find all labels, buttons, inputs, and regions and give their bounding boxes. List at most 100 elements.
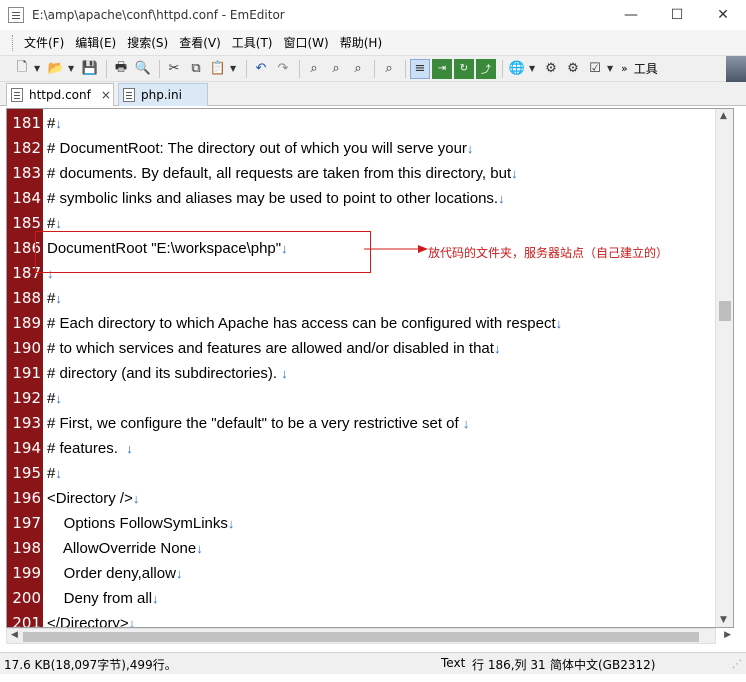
print-icon[interactable]: 🖶 <box>111 59 131 79</box>
highlight-mode[interactable]: Text <box>441 656 465 670</box>
scroll-down-icon[interactable]: ▼ <box>720 615 727 625</box>
code-text: # symbolic links and aliases may be used… <box>47 186 505 211</box>
line-number: 194 <box>12 439 41 457</box>
cut-icon[interactable]: ✂ <box>164 59 184 79</box>
code-line[interactable]: 196 <Directory />↓ <box>7 486 717 511</box>
menu-tools[interactable]: 工具(T) <box>228 34 277 51</box>
code-text-content: # to which services and features are all… <box>47 340 494 357</box>
toolbar-divider <box>106 59 107 78</box>
resize-grip-icon[interactable]: ⋰ <box>732 659 742 670</box>
word-wrap-none-icon[interactable]: ≡ <box>410 58 430 79</box>
code-text: Order deny,allow↓ <box>47 561 183 586</box>
code-line[interactable]: 181 #↓ <box>7 111 717 136</box>
code-line[interactable]: 193 # First, we configure the "default" t… <box>7 411 717 436</box>
horizontal-scrollbar-thumb[interactable] <box>23 632 699 642</box>
checklist-icon[interactable]: ☑ <box>585 59 605 79</box>
highlight-search-icon[interactable]: ⌕ <box>379 59 399 79</box>
maximize-button[interactable]: ☐ <box>654 0 700 30</box>
code-line[interactable]: 199 Order deny,allow↓ <box>7 561 717 586</box>
paste-icon[interactable]: 📋 <box>208 59 228 79</box>
copy-icon[interactable]: ⧉ <box>186 59 206 79</box>
line-number: 188 <box>12 289 41 307</box>
code-line[interactable]: 189 # Each directory to which Apache has … <box>7 311 717 336</box>
menu-help[interactable]: 帮助(H) <box>336 34 386 51</box>
line-number: 183 <box>12 164 41 182</box>
scroll-right-icon[interactable]: ▶ <box>724 630 731 640</box>
save-icon[interactable]: 💾 <box>80 59 100 79</box>
toolbar-overflow-icon[interactable]: » <box>621 62 628 75</box>
customize-icon[interactable]: ⚙ <box>563 59 583 79</box>
code-text: # Each directory to which Apache has acc… <box>47 311 562 336</box>
code-line[interactable]: 184 # symbolic links and aliases may be u… <box>7 186 717 211</box>
encoding-indicator[interactable]: 简体中文(GB2312) <box>550 656 655 673</box>
window-title: E:\amp\apache\conf\httpd.conf - EmEditor <box>32 8 285 22</box>
close-button[interactable]: ✕ <box>700 0 746 30</box>
toolbar-divider <box>502 59 503 78</box>
browser-icon[interactable]: 🌐 <box>507 59 527 79</box>
window-controls: — ☐ ✕ <box>608 0 746 30</box>
minimize-button[interactable]: — <box>608 0 654 30</box>
wrap-by-window-icon[interactable]: ↻ <box>454 58 474 79</box>
code-text-content: AllowOverride None <box>47 540 197 557</box>
code-line[interactable]: 188 #↓ <box>7 286 717 311</box>
end-of-line-mark: ↓ <box>555 316 563 331</box>
vertical-scrollbar[interactable]: ▲ ▼ <box>715 109 733 627</box>
code-line[interactable]: 195 #↓ <box>7 461 717 486</box>
code-text-content: # features. <box>47 440 127 457</box>
horizontal-scrollbar[interactable]: ◀ ▶ <box>6 628 731 644</box>
code-line[interactable]: 192 #↓ <box>7 386 717 411</box>
menu-search[interactable]: 搜索(S) <box>123 34 172 51</box>
print-preview-icon[interactable]: 🔍 <box>133 59 153 79</box>
code-line[interactable]: 200 Deny from all↓ <box>7 586 717 611</box>
tools-toolbar-label[interactable]: 工具 <box>634 60 658 77</box>
editor-area[interactable]: 181 #↓ 182 # DocumentRoot: The directory ou… <box>6 108 734 628</box>
scroll-up-icon[interactable]: ▲ <box>720 111 727 121</box>
chevron-down-icon[interactable]: ▼ <box>68 64 77 73</box>
line-number: 197 <box>12 514 41 532</box>
line-number: 184 <box>12 189 41 207</box>
open-folder-icon[interactable]: 📂 <box>46 59 66 79</box>
menu-file[interactable]: 文件(F) <box>20 34 68 51</box>
undo-icon[interactable]: ↶ <box>251 59 271 79</box>
configuration-icon[interactable]: ⚙ <box>541 59 561 79</box>
find-icon[interactable]: ⌕ <box>304 59 324 79</box>
code-text: #↓ <box>47 111 62 136</box>
code-line[interactable]: 194 # features. ↓ <box>7 436 717 461</box>
line-number: 190 <box>12 339 41 357</box>
line-number: 181 <box>12 114 41 132</box>
code-line[interactable]: 183 # documents. By default, all requests… <box>7 161 717 186</box>
cursor-position[interactable]: 行 186,列 31 <box>472 656 546 673</box>
chevron-down-icon[interactable]: ▼ <box>607 64 616 73</box>
tab-php-ini[interactable]: php.ini <box>118 83 208 106</box>
code-line[interactable]: 191 # directory (and its subdirectories).… <box>7 361 717 386</box>
code-line[interactable]: 182 # DocumentRoot: The directory out of … <box>7 136 717 161</box>
code-line[interactable]: 201 </Directory>↓ <box>7 611 717 627</box>
new-file-icon[interactable]: 🗋 <box>12 59 32 79</box>
redo-icon[interactable]: ↷ <box>273 59 293 79</box>
code-text: #↓ <box>47 286 62 311</box>
menu-window[interactable]: 窗口(W) <box>280 34 333 51</box>
line-number: 195 <box>12 464 41 482</box>
tab-httpd-conf[interactable]: httpd.conf × <box>6 83 114 106</box>
code-line[interactable]: 197 Options FollowSymLinks↓ <box>7 511 717 536</box>
end-of-line-mark: ↓ <box>132 491 140 506</box>
end-of-line-mark: ↓ <box>511 166 518 181</box>
chevron-down-icon[interactable]: ▼ <box>34 64 43 73</box>
line-number: 189 <box>12 314 41 332</box>
find-next-icon[interactable]: ⌕ <box>326 59 346 79</box>
find-previous-icon[interactable]: ⌕ <box>348 59 368 79</box>
chevron-down-icon[interactable]: ▼ <box>529 64 538 73</box>
scroll-left-icon[interactable]: ◀ <box>11 630 18 640</box>
code-line[interactable]: 198 AllowOverride None↓ <box>7 536 717 561</box>
scrollbar-thumb[interactable] <box>719 301 731 321</box>
code-line[interactable]: 190 # to which services and features are … <box>7 336 717 361</box>
wrap-by-chars-icon[interactable]: ⇥ <box>432 58 452 79</box>
menu-grip[interactable] <box>12 34 16 51</box>
annotation-highlight-box <box>35 231 371 273</box>
end-of-line-mark: ↓ <box>462 416 470 431</box>
chevron-down-icon[interactable]: ▼ <box>230 64 239 73</box>
menu-edit[interactable]: 编辑(E) <box>71 34 120 51</box>
wrap-by-page-icon[interactable]: ⤴ <box>476 58 496 79</box>
close-tab-icon[interactable]: × <box>101 88 111 102</box>
menu-view[interactable]: 查看(V) <box>175 34 225 51</box>
